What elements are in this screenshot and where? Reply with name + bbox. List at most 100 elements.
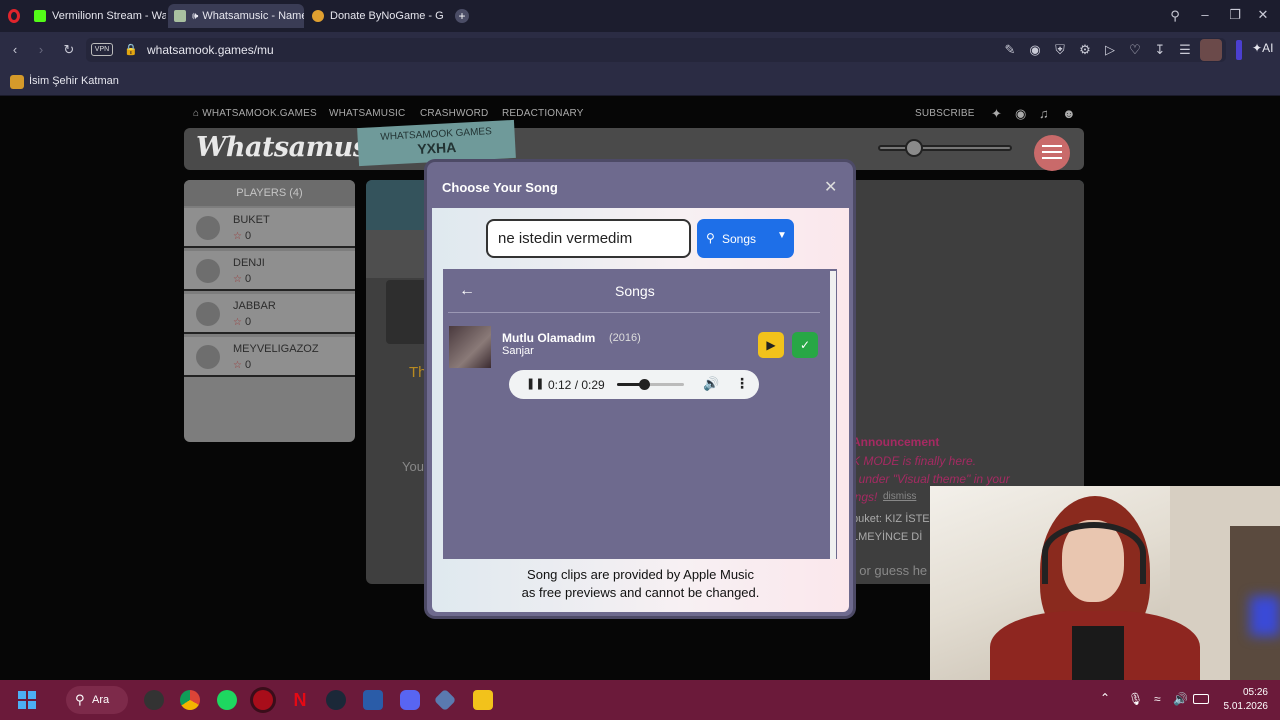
announcement-title: Announcement [852,435,940,449]
discord-icon[interactable] [400,690,420,710]
nav-redactionary[interactable]: REDACTIONARY [502,108,584,119]
tab-vermilion-stream[interactable]: Vermilionn Stream - Watc [28,4,166,28]
tab-donate-bynogame[interactable]: Donate ByNoGame - Gele [306,4,444,28]
back-arrow-icon[interactable]: ← [459,282,475,300]
chat-input-placeholder[interactable]: t or guess he [852,563,927,578]
twitter-icon[interactable]: ✦ [991,106,1002,122]
ai-label: AI [1262,41,1274,55]
chevron-down-icon[interactable]: ▼ [777,230,787,241]
nav-whatsamook-games[interactable]: ⌂ WHATSAMOOK.GAMES [193,108,317,119]
opera-logo-icon[interactable] [8,9,20,23]
taskbar-search[interactable]: ⚲ Ara [66,686,128,714]
tiktok-icon[interactable]: ♫ [1039,106,1049,121]
restore-icon[interactable]: ❐ [1227,8,1243,22]
url-text[interactable]: whatsamook.games/mu [147,43,274,57]
ai-star-icon: ✦ [1252,41,1263,55]
back-icon[interactable]: ‹ [7,43,23,57]
player-row: JABBAR ☆ 0 [184,294,355,334]
dismiss-link[interactable]: dismiss [883,491,916,502]
edit-icon[interactable]: ✎ [1002,43,1018,57]
scrollbar[interactable] [830,271,836,559]
new-tab-icon[interactable]: + [455,9,469,23]
microphone-icon[interactable]: 🎙 [1128,692,1143,706]
announcement-line: : under "Visual theme" in your [852,472,1010,486]
shield-icon[interactable]: ⛨ [1052,43,1068,57]
select-song-button[interactable]: ✓ [792,332,818,358]
search-tabs-icon[interactable]: ⚲ [1167,9,1183,23]
volume-knob[interactable] [905,139,923,157]
minimize-icon[interactable]: – [1197,8,1213,22]
player-name: DENJI [233,257,265,269]
player-row: DENJI ☆ 0 [184,251,355,291]
volume-icon[interactable]: 🔊 [703,376,719,392]
nav-crashword[interactable]: CRASHWORD [420,108,488,119]
more-options-icon[interactable]: ⋮ [735,375,749,392]
camera-icon[interactable]: ◉ [1027,43,1043,57]
nav-whatsamusic[interactable]: WHATSAMUSIC [329,108,405,119]
taskbar-clock[interactable]: 05:26 5.01.2026 [1218,686,1269,714]
obs-icon[interactable] [144,690,164,710]
round-text-fragment: Th [409,364,427,381]
notice-line: as free previews and cannot be changed. [521,585,760,600]
audio-progress-track[interactable] [617,379,684,390]
play-preview-button[interactable]: ▶ [758,332,784,358]
player-icon[interactable]: ▷ [1102,43,1118,57]
bookmark-isim-sehir-katman[interactable]: İsim Şehir Katman [29,75,119,87]
reload-icon[interactable]: ↻ [61,43,77,57]
subscribe-link[interactable]: SUBSCRIBE [915,108,975,119]
battery-icon[interactable] [1193,694,1209,704]
audio-player: ❚❚ 0:12 / 0:29 🔊 ⋮ [509,370,759,399]
clock-date: 5.01.2026 [1223,701,1269,712]
audio-progress-knob[interactable] [639,379,651,390]
spotify-icon[interactable] [217,690,237,710]
tray-chevron-icon[interactable]: ⌃ [1100,691,1110,705]
volume-slider[interactable] [878,145,1012,151]
netflix-icon[interactable]: N [290,690,310,710]
vpn-badge[interactable]: VPN [91,43,113,56]
lock-icon[interactable]: 🔒 [124,43,138,56]
avatar [196,302,220,326]
players-panel: PLAYERS (4) BUKET ☆ 0 DENJI ☆ 0 JABBAR ☆ 0 … [184,180,355,442]
score-value: 0 [244,273,252,285]
wifi-icon[interactable]: ≈ [1154,692,1161,706]
ai-button[interactable]: ✦AI [1252,41,1273,55]
url-bar[interactable]: VPN 🔒 whatsamook.games/mu ✎ ◉ ⛨ ⚙ ▷ ♡ ↧ … [86,38,1226,62]
chrome-icon[interactable] [180,690,200,710]
audio-time: 0:12 / 0:29 [548,378,605,392]
star-icon: ☆ [233,317,242,328]
discord-icon[interactable]: ☻ [1062,106,1076,121]
steam-icon[interactable] [326,690,346,710]
song-search-input[interactable] [486,219,691,258]
profile-avatar[interactable] [1200,39,1222,61]
opera-icon[interactable] [253,690,273,710]
menu-icon[interactable]: ☰ [1177,43,1193,57]
close-icon[interactable]: ✕ [824,177,837,197]
score-value: 0 [244,316,252,328]
mail-icon[interactable] [363,690,383,710]
avatar [196,216,220,240]
player-score: ☆ 0 [233,230,251,242]
hamburger-menu-button[interactable] [1034,135,1070,171]
forward-icon[interactable]: › [33,43,49,57]
pause-icon[interactable]: ❚❚ [526,377,544,390]
app-icon[interactable] [473,690,493,710]
speaker-icon[interactable]: 🔊 [1173,692,1188,706]
webcam-overlay [930,486,1280,689]
search-label: Ara [92,694,110,706]
player-score: ☆ 0 [233,273,251,285]
download-icon[interactable]: ↧ [1152,43,1168,57]
apple-music-notice: Song clips are provided by Apple Music a… [432,566,849,602]
speaker-icon[interactable]: 🕪 [192,11,198,22]
songs-dropdown-button[interactable]: ⚲ Songs ▼ [697,219,794,258]
close-window-icon[interactable]: ✕ [1255,8,1271,22]
instagram-icon[interactable]: ◉ [1015,106,1027,122]
extensions-icon[interactable]: ⚙ [1077,43,1093,57]
windows-start-icon[interactable] [18,691,36,709]
tab-label: Vermilionn Stream - Watc [52,10,166,22]
player-name: JABBAR [233,300,276,312]
announcement-line: ings! [852,490,878,504]
room-badge: WHATSAMOOK GAMES YXHA [357,119,516,167]
tab-whatsamusic[interactable]: 🕪 Whatsamusic - Name [168,4,304,28]
heart-icon[interactable]: ♡ [1127,43,1143,57]
check-circle-icon: ✓ [799,338,811,352]
